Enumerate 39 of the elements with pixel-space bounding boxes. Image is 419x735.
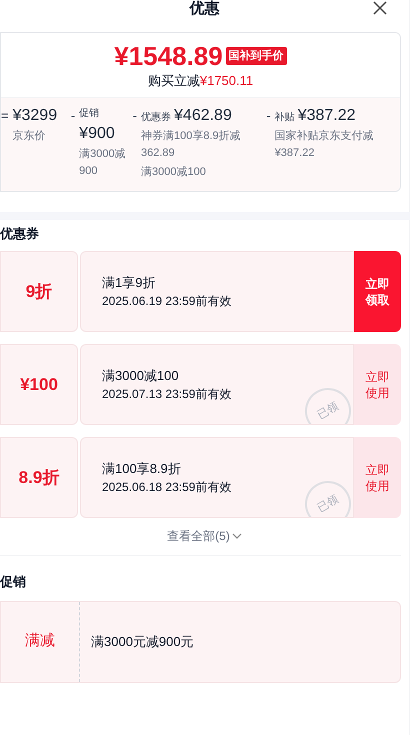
close-icon <box>373 1 387 15</box>
coupon-validity: 2025.06.18 23:59前有效 <box>102 479 232 496</box>
coupon-value: 8.9折 <box>18 466 60 489</box>
component-note: 满3000减900 <box>79 146 127 178</box>
component-amount: ¥462.89 <box>174 106 232 126</box>
chevron-down-icon <box>232 533 242 539</box>
coupon-title: 满1享9折 <box>102 274 156 292</box>
promotion-text: 满3000元减900元 <box>91 632 194 651</box>
component-label: 补贴 <box>274 110 295 124</box>
coupon-action-button[interactable]: 立即领取 <box>354 251 401 332</box>
component-amount: ¥387.22 <box>298 106 356 126</box>
price-badge: 国补到手价 <box>226 46 287 66</box>
component-note: 京东价 <box>12 128 47 144</box>
operator: - <box>266 106 271 124</box>
component-amount: ¥3299 <box>12 106 58 126</box>
coupon-value: 9折 <box>26 280 52 303</box>
view-all-link[interactable]: 查看全部(5) <box>167 527 242 545</box>
coupon-validity: 2025.06.19 23:59前有效 <box>102 293 232 310</box>
coupon-action-button[interactable]: 立即使用 <box>354 437 401 518</box>
operator: - <box>132 106 138 124</box>
coupon-action-button[interactable]: 立即使用 <box>354 344 401 425</box>
component-amount: ¥900 <box>79 124 115 144</box>
sheet-title: 优惠 <box>190 1 220 18</box>
component-label: 优惠券 <box>141 110 172 124</box>
final-price: ¥1548.89 <box>114 43 223 69</box>
close-button[interactable] <box>373 1 387 15</box>
coupon-title: 满3000减100 <box>102 366 180 385</box>
component-note: 满3000减100 <box>141 164 207 180</box>
saving-label: 购买立减 <box>148 72 200 90</box>
component-label: 促销 <box>79 106 100 120</box>
promotion-type: 满减 <box>25 631 55 652</box>
component-note: 神券满100享8.9折减362.89 <box>141 128 242 160</box>
operator: - <box>70 106 76 124</box>
coupon-validity: 2025.07.13 23:59前有效 <box>102 386 232 404</box>
saving-amount: ¥1750.11 <box>200 72 254 90</box>
coupon-title: 满100享8.9折 <box>102 460 182 478</box>
coupon-value: ¥100 <box>20 374 58 396</box>
component-note: 国家补贴京东支付减¥387.22 <box>274 128 375 160</box>
operator: = <box>1 106 9 124</box>
